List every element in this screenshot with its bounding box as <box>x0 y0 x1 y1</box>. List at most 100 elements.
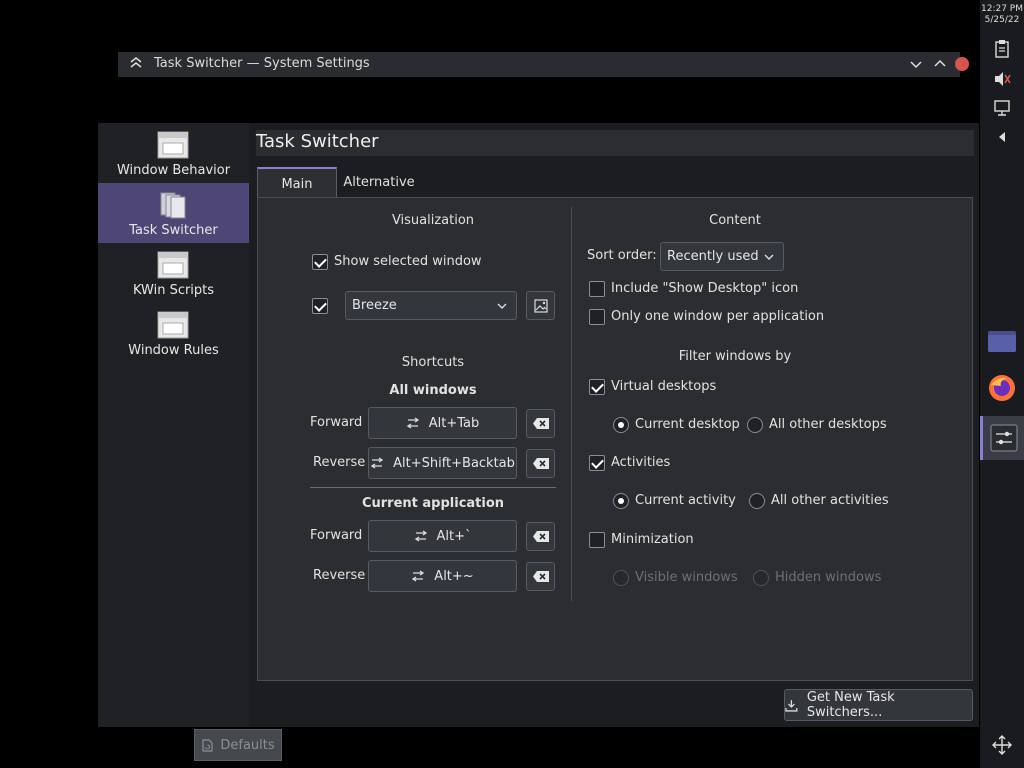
clear-shortcut-icon <box>532 531 549 542</box>
current-activity-label: Current activity <box>635 493 736 508</box>
window-title: Task Switcher — System Settings <box>154 56 370 71</box>
column-divider <box>571 207 572 601</box>
clear-shortcut-icon <box>532 418 549 429</box>
chevron-down-icon <box>764 254 774 260</box>
get-new-task-switchers-button[interactable]: Get New Task Switchers... <box>784 689 973 721</box>
forward-label: Forward <box>310 528 363 543</box>
clear-all-windows-reverse-button[interactable] <box>526 449 555 478</box>
sidebar-item-task-switcher[interactable]: Task Switcher <box>98 183 249 243</box>
all-windows-heading: All windows <box>389 383 477 398</box>
include-show-desktop-checkbox[interactable] <box>589 281 605 297</box>
clear-shortcut-icon <box>532 458 549 469</box>
sort-order-combobox[interactable]: Recently used <box>660 242 784 271</box>
system-panel: 12:27 PM 5/25/22 <box>980 0 1024 768</box>
all-other-activities-radio[interactable] <box>749 493 765 509</box>
firefox-icon[interactable] <box>987 373 1017 403</box>
shortcut-icon <box>370 457 384 469</box>
show-selected-window-checkbox[interactable] <box>312 254 328 270</box>
page-header: Task Switcher <box>256 130 974 156</box>
reverse-label: Reverse <box>313 568 366 583</box>
network-wired-icon[interactable] <box>991 97 1013 119</box>
task-switcher-icon <box>160 192 186 219</box>
theme-value: Breeze <box>352 298 397 313</box>
close-icon[interactable] <box>952 54 972 74</box>
sidebar-item-label: Window Rules <box>128 343 219 358</box>
shortcut-icon <box>414 530 427 542</box>
defaults-button[interactable]: Defaults <box>194 729 282 761</box>
activities-checkbox[interactable] <box>589 455 605 471</box>
clipboard-icon[interactable] <box>991 38 1013 60</box>
preview-button[interactable] <box>526 291 555 320</box>
sidebar-item-label: Window Behavior <box>116 163 231 178</box>
window-titlebar[interactable]: Task Switcher — System Settings <box>118 52 969 77</box>
visible-windows-radio[interactable] <box>613 570 629 586</box>
sort-order-label: Sort order: <box>587 248 657 263</box>
virtual-desktops-checkbox[interactable] <box>589 379 605 395</box>
shortcuts-divider <box>310 487 556 488</box>
image-icon <box>533 298 548 313</box>
system-settings-icon <box>990 424 1018 452</box>
clear-current-app-forward-button[interactable] <box>526 522 555 551</box>
sort-order-value: Recently used <box>667 249 759 264</box>
chevron-down-icon <box>497 303 507 309</box>
all-windows-reverse-shortcut-button[interactable]: Alt+Shift+Backtab <box>368 447 517 479</box>
clear-all-windows-forward-button[interactable] <box>526 409 555 438</box>
visualization-heading: Visualization <box>391 213 475 228</box>
tab-main[interactable]: Main <box>257 167 337 198</box>
volume-muted-icon[interactable] <box>991 68 1013 90</box>
maximize-icon[interactable] <box>930 54 950 74</box>
content-heading: Content <box>709 213 761 228</box>
dolphin-folder-icon[interactable] <box>987 328 1017 354</box>
visible-windows-label: Visible windows <box>635 570 738 585</box>
expand-tray-arrow-icon[interactable] <box>991 126 1013 148</box>
shortcut-icon <box>412 570 425 582</box>
clear-current-app-reverse-button[interactable] <box>526 562 555 591</box>
minimization-checkbox[interactable] <box>589 532 605 548</box>
all-other-desktops-radio[interactable] <box>747 417 763 433</box>
forward-label: Forward <box>310 415 363 430</box>
minimize-icon[interactable] <box>906 54 926 74</box>
document-revert-icon <box>202 738 213 752</box>
all-windows-forward-shortcut-button[interactable]: Alt+Tab <box>368 407 517 439</box>
hidden-windows-label: Hidden windows <box>775 570 882 585</box>
window-rules-icon <box>157 311 189 339</box>
sidebar-item-window-rules[interactable]: Window Rules <box>98 303 249 363</box>
keep-above-icon[interactable] <box>126 54 146 74</box>
one-window-per-app-label: Only one window per application <box>611 309 825 324</box>
clock-time: 12:27 PM <box>981 4 1023 14</box>
hidden-windows-radio[interactable] <box>753 570 769 586</box>
tab-alternative[interactable]: Alternative <box>337 167 421 198</box>
sidebar-item-label: KWin Scripts <box>132 283 215 298</box>
current-desktop-radio[interactable] <box>613 417 629 433</box>
download-icon <box>785 699 798 712</box>
sidebar-item-label: Task Switcher <box>129 223 218 238</box>
theme-enable-checkbox[interactable] <box>312 298 328 314</box>
clear-shortcut-icon <box>532 571 549 582</box>
shortcuts-heading: Shortcuts <box>401 355 465 370</box>
move-handle-icon[interactable] <box>991 734 1013 756</box>
activities-label: Activities <box>611 455 671 470</box>
sidebar-item-kwin-scripts[interactable]: KWin Scripts <box>98 243 249 303</box>
minimization-label: Minimization <box>611 532 694 547</box>
page-title: Task Switcher <box>256 131 379 152</box>
sidebar: Window Behavior Task Switcher KWin Scrip… <box>98 123 249 727</box>
task-system-settings[interactable] <box>980 416 1024 460</box>
show-selected-window-label: Show selected window <box>334 254 482 269</box>
all-other-desktops-label: All other desktops <box>769 417 887 432</box>
window-behavior-icon <box>157 131 189 159</box>
sidebar-item-window-behavior[interactable]: Window Behavior <box>98 123 249 183</box>
virtual-desktops-label: Virtual desktops <box>611 379 717 394</box>
one-window-per-app-checkbox[interactable] <box>589 309 605 325</box>
tab-panel <box>257 197 973 681</box>
all-other-activities-label: All other activities <box>771 493 889 508</box>
current-app-forward-shortcut-button[interactable]: Alt+` <box>368 520 517 552</box>
current-application-heading: Current application <box>361 496 505 511</box>
shortcut-icon <box>406 417 419 429</box>
current-desktop-label: Current desktop <box>635 417 740 432</box>
current-app-reverse-shortcut-button[interactable]: Alt+~ <box>368 560 517 592</box>
filter-windows-heading: Filter windows by <box>678 349 792 364</box>
current-activity-radio[interactable] <box>613 493 629 509</box>
clock-date: 5/25/22 <box>984 15 1020 25</box>
digital-clock[interactable]: 12:27 PM 5/25/22 <box>980 4 1024 26</box>
theme-combobox[interactable]: Breeze <box>345 291 517 320</box>
